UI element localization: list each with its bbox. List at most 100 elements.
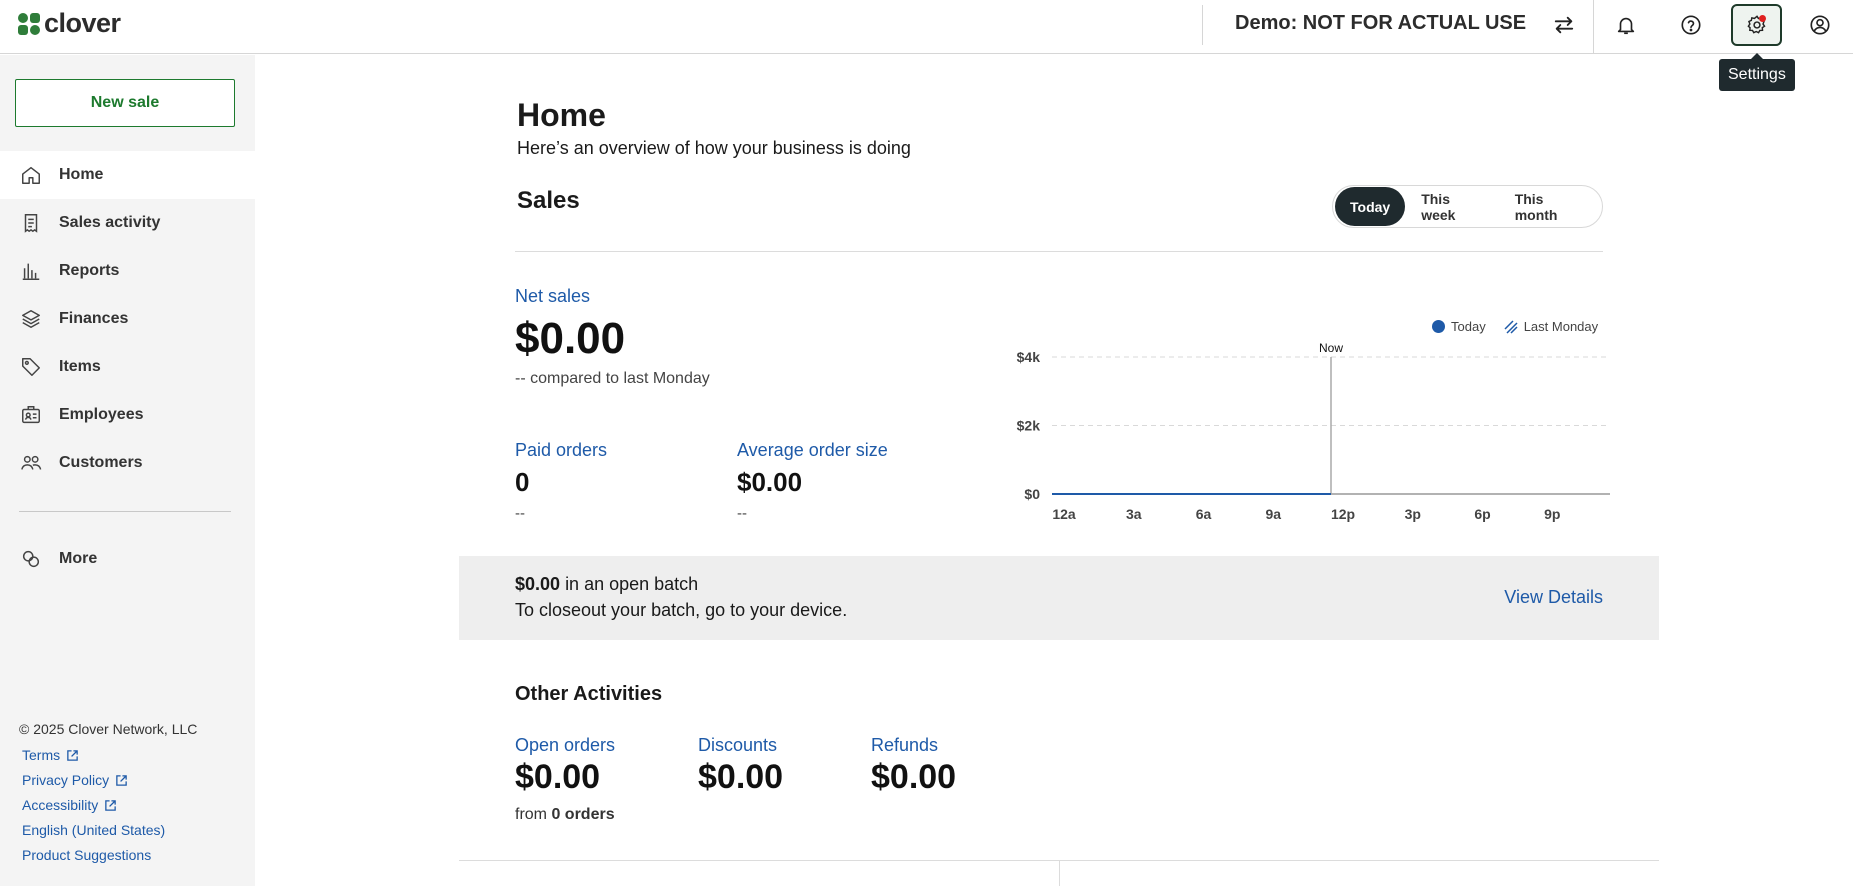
- average-order-size-comparison: --: [737, 505, 747, 522]
- new-sale-button[interactable]: New sale: [15, 79, 235, 127]
- switch-icon: [1554, 16, 1574, 34]
- layers-icon: [22, 310, 40, 328]
- sidebar-item-customers[interactable]: Customers: [0, 439, 255, 487]
- open-orders-value: $0.00: [515, 758, 601, 796]
- privacy-link-label: Privacy Policy: [22, 772, 110, 788]
- help-button[interactable]: [1674, 8, 1708, 42]
- y-tick-label: $0: [1024, 486, 1040, 502]
- y-tick-label: $4k: [1017, 349, 1041, 365]
- batch-summary: $0.00 in an open batch: [515, 574, 698, 595]
- sidebar-item-reports[interactable]: Reports: [0, 247, 255, 295]
- notification-dot: [1759, 15, 1766, 22]
- external-link-icon: [67, 749, 78, 761]
- range-this-month-button[interactable]: This month: [1499, 187, 1600, 226]
- sidebar-item-label: More: [59, 550, 98, 567]
- clover-logo[interactable]: clover: [17, 10, 121, 37]
- x-tick-label: 6a: [1196, 506, 1212, 522]
- sidebar-item-employees[interactable]: Employees: [0, 391, 255, 439]
- paid-orders-comparison: --: [515, 505, 525, 522]
- language-link[interactable]: English (United States): [22, 822, 165, 838]
- settings-tooltip: Settings: [1719, 53, 1795, 91]
- logo-text: clover: [44, 8, 121, 38]
- sidebar-item-items[interactable]: Items: [0, 343, 255, 391]
- tag-icon: [22, 358, 40, 376]
- sidebar-divider: [19, 511, 231, 512]
- terms-link-label: Terms: [22, 747, 61, 763]
- batch-instructions: To closeout your batch, go to your devic…: [515, 600, 848, 620]
- settings-button[interactable]: [1731, 4, 1782, 46]
- page-title: Home: [517, 97, 606, 133]
- bell-icon: [1617, 17, 1635, 35]
- range-this-week-button[interactable]: This week: [1405, 187, 1498, 226]
- top-bar: clover Demo: NOT FOR ACTUAL USE: [0, 0, 1853, 54]
- sales-divider: [515, 251, 1603, 252]
- terms-link[interactable]: Terms: [22, 747, 79, 763]
- sidebar: New sale Home Sales activity Reports Fin…: [0, 55, 255, 886]
- x-tick-label: 9p: [1544, 506, 1560, 522]
- switch-merchant-button[interactable]: [1547, 8, 1581, 42]
- sidebar-item-more[interactable]: More: [0, 535, 255, 583]
- y-tick-label: $2k: [1017, 418, 1041, 434]
- date-range-toggle: Today This week This month: [1332, 185, 1603, 228]
- now-marker-label: Now: [1319, 341, 1343, 355]
- merchant-name: Demo: NOT FOR ACTUAL USE: [1235, 12, 1527, 34]
- account-button[interactable]: [1803, 8, 1837, 42]
- sidebar-item-home[interactable]: Home: [0, 151, 255, 199]
- sidebar-item-label: Items: [59, 358, 101, 375]
- sidebar-item-finances[interactable]: Finances: [0, 295, 255, 343]
- receipt-icon: [24, 214, 38, 233]
- open-orders-link[interactable]: Open orders: [515, 735, 615, 756]
- x-tick-label: 9a: [1265, 506, 1281, 522]
- discounts-value: $0.00: [698, 758, 784, 796]
- net-sales-comparison: -- compared to last Monday: [515, 370, 710, 387]
- accessibility-link-label: Accessibility: [22, 797, 99, 813]
- paid-orders-value: 0: [515, 467, 530, 497]
- net-sales-link[interactable]: Net sales: [515, 286, 590, 307]
- product-suggestions-link[interactable]: Product Suggestions: [22, 847, 151, 863]
- sidebar-item-label: Sales activity: [59, 214, 161, 231]
- notifications-button[interactable]: [1609, 8, 1643, 42]
- sidebar-item-label: Employees: [59, 406, 144, 423]
- copyright: © 2025 Clover Network, LLC: [19, 721, 198, 737]
- open-orders-count: from 0 orders: [515, 806, 615, 824]
- sidebar-item-sales-activity[interactable]: Sales activity: [0, 199, 255, 247]
- account-icon: [1810, 15, 1830, 35]
- page-subtitle: Here’s an overview of how your business …: [517, 138, 911, 158]
- discounts-link[interactable]: Discounts: [698, 735, 777, 756]
- sidebar-item-label: Customers: [59, 454, 143, 471]
- average-order-size-link[interactable]: Average order size: [737, 440, 888, 461]
- more-icon: [22, 550, 40, 568]
- clover-logo-icon: [18, 12, 40, 35]
- accessibility-link[interactable]: Accessibility: [22, 797, 117, 813]
- batch-amount: $0.00: [515, 574, 561, 594]
- other-activities-title: Other Activities: [515, 683, 663, 705]
- sales-chart: $0 $2k $4k 12a 3a 6a 9a 12p 3p 6p 9p Now: [1017, 341, 1610, 522]
- sidebar-item-label: Home: [59, 166, 104, 183]
- x-tick-label: 12a: [1052, 506, 1076, 522]
- external-link-icon: [116, 774, 127, 786]
- open-batch-banner: $0.00 in an open batch To closeout your …: [459, 556, 1659, 640]
- header-divider-2: [1593, 0, 1594, 54]
- open-orders-count-value: 0 orders: [551, 806, 615, 823]
- header-divider: [1202, 5, 1203, 45]
- external-link-icon: [105, 799, 117, 811]
- bar-chart-icon: [22, 263, 40, 280]
- x-tick-label: 12p: [1331, 506, 1355, 522]
- bottom-column-divider: [1059, 860, 1060, 886]
- batch-text: in an open batch: [565, 574, 699, 594]
- average-order-size-value: $0.00: [737, 467, 803, 497]
- refunds-link[interactable]: Refunds: [871, 735, 938, 756]
- x-tick-label: 3a: [1126, 506, 1142, 522]
- help-icon: [1681, 15, 1701, 35]
- range-today-button[interactable]: Today: [1335, 187, 1406, 226]
- net-sales-value: $0.00: [515, 314, 626, 363]
- open-orders-from: from: [515, 806, 547, 823]
- privacy-policy-link[interactable]: Privacy Policy: [22, 772, 128, 788]
- sidebar-item-label: Finances: [59, 310, 129, 327]
- x-tick-label: 3p: [1405, 506, 1421, 522]
- paid-orders-link[interactable]: Paid orders: [515, 440, 607, 461]
- view-details-link[interactable]: View Details: [1504, 587, 1603, 608]
- id-badge-icon: [22, 406, 40, 424]
- sales-section-title: Sales: [517, 187, 580, 214]
- people-icon: [21, 455, 42, 470]
